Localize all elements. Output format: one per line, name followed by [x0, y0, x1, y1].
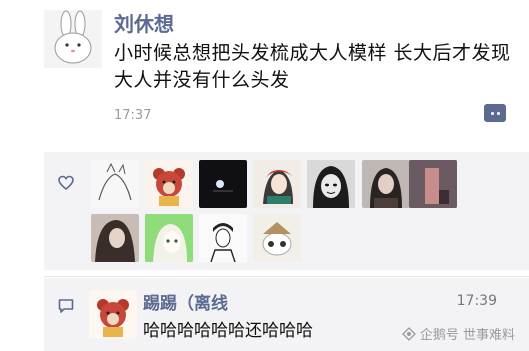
watermark: 企鹅号 世事难料	[401, 324, 515, 343]
comment-text[interactable]: 哈哈哈哈哈哈还哈哈哈	[143, 316, 313, 341]
bear-avatar-icon	[89, 291, 137, 339]
commenter-name[interactable]: 踢踢（离线	[143, 289, 228, 314]
like-avatar-anime-red[interactable]	[253, 160, 301, 208]
comment-panel: 踢踢（离线 17:39 哈哈哈哈哈哈还哈哈哈 企鹅号 世事难料	[44, 278, 529, 351]
like-avatar-girl-hair[interactable]	[91, 214, 139, 262]
like-avatar-anime-bw[interactable]	[307, 160, 355, 208]
post-text: 小时候总想把头发梳成大人模样 长大后才发现 大人并没有什么头发	[114, 42, 511, 91]
like-avatar-boy-sketch[interactable]	[199, 214, 247, 262]
like-avatar-cat-hat[interactable]	[253, 214, 301, 262]
heart-icon	[58, 175, 74, 191]
comment-time: 17:39	[456, 293, 497, 309]
penguin-logo-icon	[401, 326, 416, 341]
comment-icon	[58, 299, 74, 313]
post-time: 17:37	[114, 108, 152, 123]
likes-panel	[44, 152, 529, 270]
like-avatar-girl-photo[interactable]	[362, 160, 410, 208]
section-divider	[44, 276, 529, 277]
commenter-avatar[interactable]	[89, 291, 137, 339]
like-avatar-bear[interactable]	[145, 160, 193, 208]
more-options-button[interactable]	[484, 104, 506, 122]
author-name[interactable]: 刘休想	[114, 8, 174, 37]
like-avatar-girl-dark[interactable]	[409, 160, 457, 208]
watermark-text: 企鹅号 世事难料	[419, 328, 515, 343]
like-avatar-green-anime[interactable]	[145, 214, 193, 262]
like-avatar-sketch-cat[interactable]	[91, 160, 139, 208]
author-avatar[interactable]	[44, 10, 102, 68]
like-avatar-dark[interactable]	[199, 160, 247, 208]
rabbit-avatar-icon	[44, 10, 102, 68]
moment-post: 刘休想 小时候总想把头发梳成大人模样 长大后才发现 大人并没有什么头发 17:3…	[0, 0, 529, 152]
